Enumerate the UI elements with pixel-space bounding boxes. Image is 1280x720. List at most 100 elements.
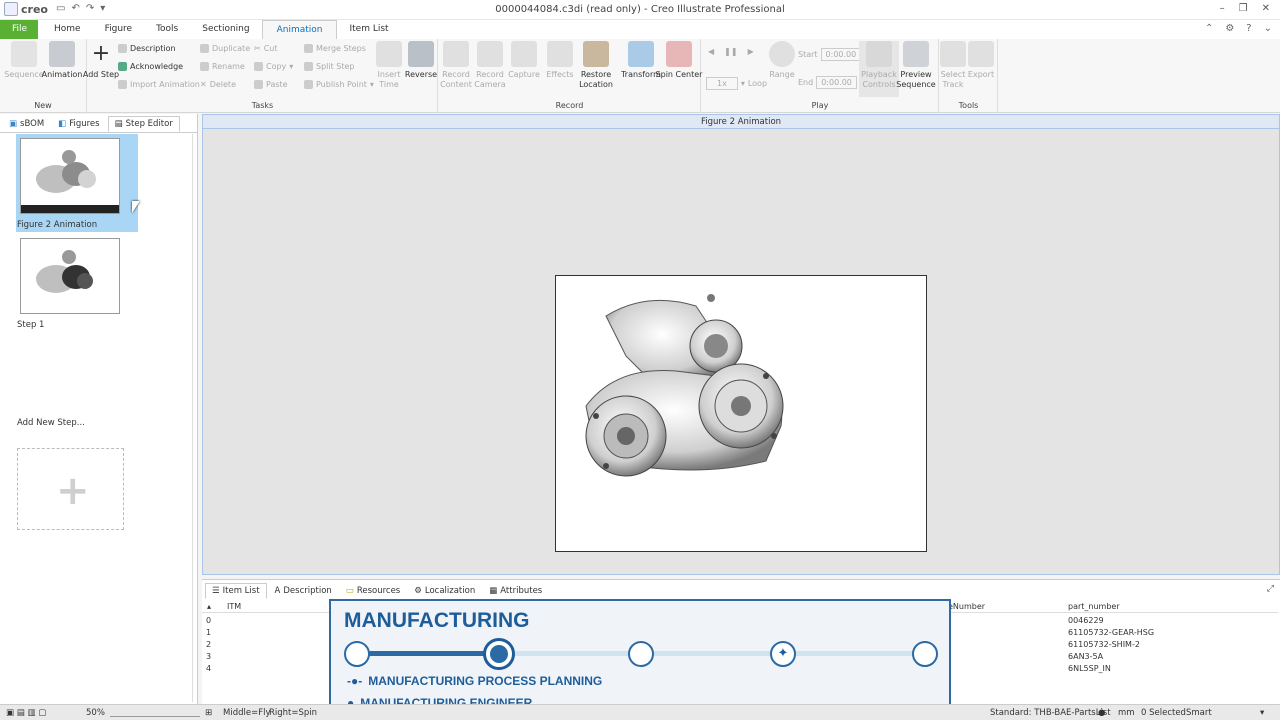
viewport[interactable]: Figure 2 Animation <box>202 114 1280 575</box>
ribbon-tabs: File Home Figure Tools Sectioning Animat… <box>0 20 1280 39</box>
list-icon: ☰ <box>212 586 220 596</box>
plus-icon: + <box>91 41 111 66</box>
rename-button[interactable]: Rename <box>200 62 245 71</box>
delete-button[interactable]: ✕ Delete <box>200 80 236 89</box>
assembly-thumbnail <box>36 250 93 293</box>
minimize-icon[interactable]: – <box>1220 3 1225 14</box>
end-time-field[interactable]: End 0:00.00 <box>798 76 857 89</box>
transform-icon <box>628 41 654 67</box>
progress-node-star-icon: ✦ <box>770 641 796 667</box>
step-forward-icon[interactable]: ▶ <box>748 47 754 56</box>
import-animation-button[interactable]: Import Animation <box>118 80 200 89</box>
copy-button[interactable]: Copy ▾ <box>254 62 293 71</box>
tab-file[interactable]: File <box>0 20 38 39</box>
tab-step-editor[interactable]: ▤ Step Editor <box>107 116 180 132</box>
publish-point-button[interactable]: Publish Point ▾ <box>304 80 374 89</box>
group-record-label: Record <box>555 101 584 110</box>
group-play-label: Play <box>811 101 829 110</box>
gearbox-model[interactable] <box>556 276 926 551</box>
paste-button[interactable]: Paste <box>254 80 288 89</box>
group-new: Sequence Animation New <box>0 39 87 113</box>
group-new-label: New <box>34 101 52 110</box>
help-icon[interactable]: ? <box>1246 23 1251 34</box>
assembly-thumbnail <box>21 150 119 213</box>
duplicate-button[interactable]: Duplicate <box>200 44 250 53</box>
tab-sbom[interactable]: ▣ sBOM <box>3 116 50 132</box>
manufacturing-overlay: MANUFACTURING ✦ -●- MANUFACTURING PROCESS… <box>329 599 951 720</box>
tab-attributes[interactable]: ▦ Attributes <box>483 583 548 599</box>
acknowledge-button[interactable]: Acknowledge <box>118 62 183 71</box>
tab-resources[interactable]: ▭ Resources <box>340 583 406 599</box>
restore-location-button[interactable]: Restore Location <box>571 41 621 90</box>
add-new-step-button[interactable]: + <box>17 448 124 530</box>
spin-center-button[interactable]: Spin Center <box>655 41 703 80</box>
restore-location-icon <box>583 41 609 67</box>
camera-icon <box>477 41 503 67</box>
status-bar: ▣ ▤ ▥ ▢ 50% ⊞ Middle=Fly Right=Spin Stan… <box>0 704 1280 720</box>
bottom-panel-tabs: ☰ Item List A Description ▭ Resources ⚙ Loca… <box>205 583 548 599</box>
standard-label[interactable]: Standard: THB-BAE-PartsList <box>990 708 1111 718</box>
tab-home[interactable]: Home <box>42 20 93 39</box>
expand-panel-icon[interactable]: ⤢ <box>1267 584 1274 594</box>
add-new-step-label: Add New Step... <box>17 418 85 428</box>
tab-description[interactable]: A Description <box>269 583 338 599</box>
column-part-number[interactable]: part_number <box>1068 602 1120 611</box>
step-figure-2-animation[interactable]: Figure 2 Animation <box>16 134 138 232</box>
tab-localization[interactable]: ⚙ Localization <box>408 583 481 599</box>
restore-icon[interactable]: ❐ <box>1239 3 1248 14</box>
sort-icon[interactable]: ▴ <box>207 602 211 611</box>
figure-canvas[interactable] <box>555 275 927 552</box>
tab-sectioning[interactable]: Sectioning <box>190 20 261 39</box>
column-itm[interactable]: ITM <box>227 602 241 611</box>
ribbon: Sequence Animation New + Add Step Descrip… <box>0 39 1280 113</box>
start-time-field[interactable]: Start 0:00.00 <box>798 48 862 61</box>
pause-icon[interactable]: ❚❚ <box>724 47 737 56</box>
cut-button[interactable]: ✂ Cut <box>254 44 278 53</box>
record-content-icon <box>443 41 469 67</box>
paste-icon <box>254 80 263 89</box>
capture-icon <box>511 41 537 67</box>
localization-icon: ⚙ <box>414 586 422 596</box>
column-number[interactable]: eNumber <box>948 602 985 611</box>
unit-label[interactable]: mm <box>1118 708 1135 718</box>
step-1[interactable]: Step 1 <box>16 234 138 334</box>
export-icon <box>968 41 994 67</box>
tab-tools[interactable]: Tools <box>144 20 190 39</box>
publish-icon <box>304 80 313 89</box>
tab-item-list[interactable]: Item List <box>337 20 400 39</box>
layout-icons[interactable]: ▣ ▤ ▥ ▢ <box>6 708 46 718</box>
left-panel: ▣ sBOM ◧ Figures ▤ Step Editor Figure 2 Ani… <box>0 114 198 704</box>
collapse-ribbon-icon[interactable]: ⌃ <box>1205 23 1213 34</box>
selection-mode[interactable]: Smart <box>1186 708 1212 718</box>
rename-icon <box>200 62 209 71</box>
description-button[interactable]: Description <box>118 44 176 53</box>
playback-controls-icon <box>866 41 892 67</box>
close-icon[interactable]: ✕ <box>1262 3 1270 14</box>
delete-icon: ✕ <box>200 80 207 89</box>
speed-select[interactable]: 1x ▾ Loop <box>706 77 767 90</box>
overlay-line-1: -●- MANUFACTURING PROCESS PLANNING <box>347 674 603 688</box>
zoom-fit-icon[interactable]: ⊞ <box>205 708 212 718</box>
overlay-title: MANUFACTURING <box>344 609 530 632</box>
range-button[interactable]: Range <box>766 41 798 80</box>
window-controls: – ❐ ✕ <box>1220 3 1270 14</box>
tab-item-list[interactable]: ☰ Item List <box>205 583 267 599</box>
playback-controls-button[interactable]: Playback Controls <box>859 41 899 97</box>
tab-animation[interactable]: Animation <box>261 20 338 39</box>
merge-steps-button[interactable]: Merge Steps <box>304 44 366 53</box>
zoom-slider[interactable] <box>110 709 200 717</box>
more-icon[interactable]: ⌄ <box>1264 23 1272 34</box>
left-panel-scrollbar[interactable] <box>192 134 193 702</box>
duplicate-icon <box>200 44 209 53</box>
step-back-icon[interactable]: ◀ <box>708 47 714 56</box>
tab-figure[interactable]: Figure <box>93 20 144 39</box>
export-button[interactable]: Export <box>958 41 1004 80</box>
settings-icon[interactable]: ⚙ <box>1225 23 1234 34</box>
tab-figures[interactable]: ◧ Figures <box>52 116 105 132</box>
playback-transport: ◀ ❚❚ ▶ <box>708 47 754 56</box>
step-label: Figure 2 Animation <box>17 220 98 230</box>
split-step-button[interactable]: Split Step <box>304 62 355 71</box>
group-record: Record Content Record Camera Capture Eff… <box>439 39 703 113</box>
dropdown-icon[interactable]: ▾ <box>1260 708 1264 718</box>
tab-right-controls: ⌃ ⚙ ? ⌄ <box>1205 23 1272 34</box>
